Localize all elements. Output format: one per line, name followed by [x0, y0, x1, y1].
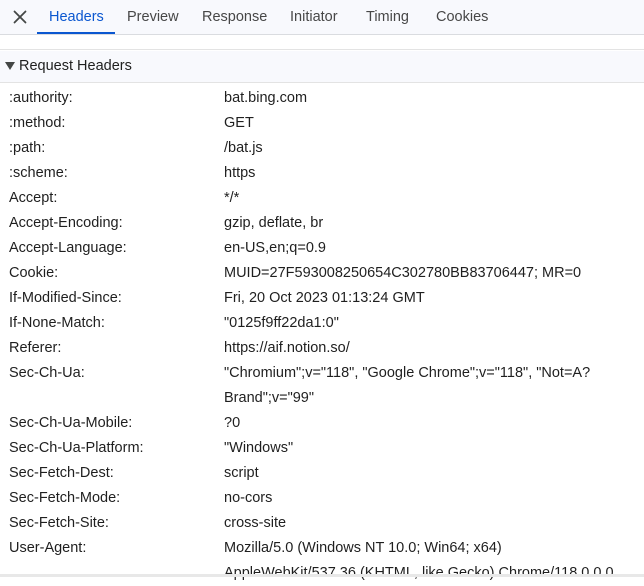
header-name: Referer:: [9, 340, 62, 356]
header-name: Accept-Encoding:: [9, 215, 123, 231]
header-name: If-None-Match:: [9, 315, 105, 331]
header-value: "Chromium";v="118", "Google Chrome";v="1…: [224, 365, 591, 406]
header-value: en-US,en;q=0.9: [224, 240, 326, 256]
header-row: If-None-Match: "0125f9ff22da1:0": [0, 311, 644, 336]
header-row: Sec-Fetch-Dest: script: [0, 461, 644, 486]
header-value: bat.bing.com: [224, 90, 308, 106]
header-name: Cookie:: [9, 265, 59, 281]
header-list: :authority: bat.bing.com :method: GET :path:…: [0, 86, 644, 586]
header-name: Sec-Ch-Ua-Platform:: [9, 440, 144, 456]
devtools-tab-bar: Headers Preview Response Initiator Timin…: [0, 0, 644, 35]
header-row: Accept-Encoding: gzip, deflate, br: [0, 211, 644, 236]
header-value: GET: [224, 115, 254, 131]
tab-headers[interactable]: Headers: [49, 0, 104, 34]
header-value: MUID=27F593008250654C302780BB83706447; M…: [224, 265, 582, 281]
header-name: :method:: [9, 115, 66, 131]
header-row: User-Agent: Mozilla/5.0 (Windows NT 10.0;…: [0, 536, 644, 586]
tab-timing[interactable]: Timing: [366, 0, 409, 34]
tab-initiator[interactable]: Initiator: [290, 0, 338, 34]
request-headers-section-toggle[interactable]: Request Headers: [0, 51, 644, 83]
header-name: Accept-Language:: [9, 240, 127, 256]
tab-preview[interactable]: Preview: [127, 0, 179, 34]
header-row: Sec-Fetch-Mode: no-cors: [0, 486, 644, 511]
header-row: Referer: https://aif.notion.so/: [0, 336, 644, 361]
header-row: Sec-Ch-Ua-Mobile: ?0: [0, 411, 644, 436]
header-name: If-Modified-Since:: [9, 290, 122, 306]
header-name: :path:: [9, 140, 46, 156]
header-row: Cookie: MUID=27F593008250654C302780BB8370…: [0, 261, 644, 286]
header-name: :authority:: [9, 90, 73, 106]
header-value: */*: [224, 190, 240, 206]
header-value: ?0: [224, 415, 241, 431]
header-name: Sec-Ch-Ua-Mobile:: [9, 415, 133, 431]
header-row: :method: GET: [0, 111, 644, 136]
header-row: :path: /bat.js: [0, 136, 644, 161]
header-name: Sec-Fetch-Dest:: [9, 465, 114, 481]
section-title: Request Headers: [19, 58, 132, 74]
header-name: Sec-Ch-Ua:: [9, 365, 85, 381]
tab-cookies[interactable]: Cookies: [436, 0, 488, 34]
header-value: gzip, deflate, br: [224, 215, 324, 231]
header-name: Sec-Fetch-Mode:: [9, 490, 121, 506]
header-value: Mozilla/5.0 (Windows NT 10.0; Win64; x64…: [224, 540, 614, 581]
tab-response[interactable]: Response: [202, 0, 267, 34]
header-value: https://aif.notion.so/: [224, 340, 350, 356]
header-value: script: [224, 465, 259, 481]
header-row: If-Modified-Since: Fri, 20 Oct 2023 01:13…: [0, 286, 644, 311]
toolbar-spacer: [0, 35, 644, 50]
header-row: Sec-Fetch-Site: cross-site: [0, 511, 644, 536]
header-value: cross-site: [224, 515, 287, 531]
header-name: Sec-Fetch-Site:: [9, 515, 109, 531]
header-row: Accept: */*: [0, 186, 644, 211]
header-name: User-Agent:: [9, 540, 87, 556]
header-value: https: [224, 165, 256, 181]
close-icon[interactable]: [11, 8, 29, 26]
header-value: /bat.js: [224, 140, 263, 156]
header-value: Fri, 20 Oct 2023 01:13:24 GMT: [224, 290, 425, 306]
header-row: Sec-Ch-Ua-Platform: "Windows": [0, 436, 644, 461]
header-value: "Windows": [224, 440, 294, 456]
header-name: :scheme:: [9, 165, 68, 181]
header-row: :scheme: https: [0, 161, 644, 186]
header-row: Sec-Ch-Ua: "Chromium";v="118", "Google Ch…: [0, 361, 644, 411]
header-name: Accept:: [9, 190, 58, 206]
header-value: "0125f9ff22da1:0": [224, 315, 339, 331]
header-value: no-cors: [224, 490, 273, 506]
header-row: Accept-Language: en-US,en;q=0.9: [0, 236, 644, 261]
triangle-down-icon: [5, 62, 15, 70]
header-row: :authority: bat.bing.com: [0, 86, 644, 111]
active-tab-indicator: [37, 32, 115, 34]
